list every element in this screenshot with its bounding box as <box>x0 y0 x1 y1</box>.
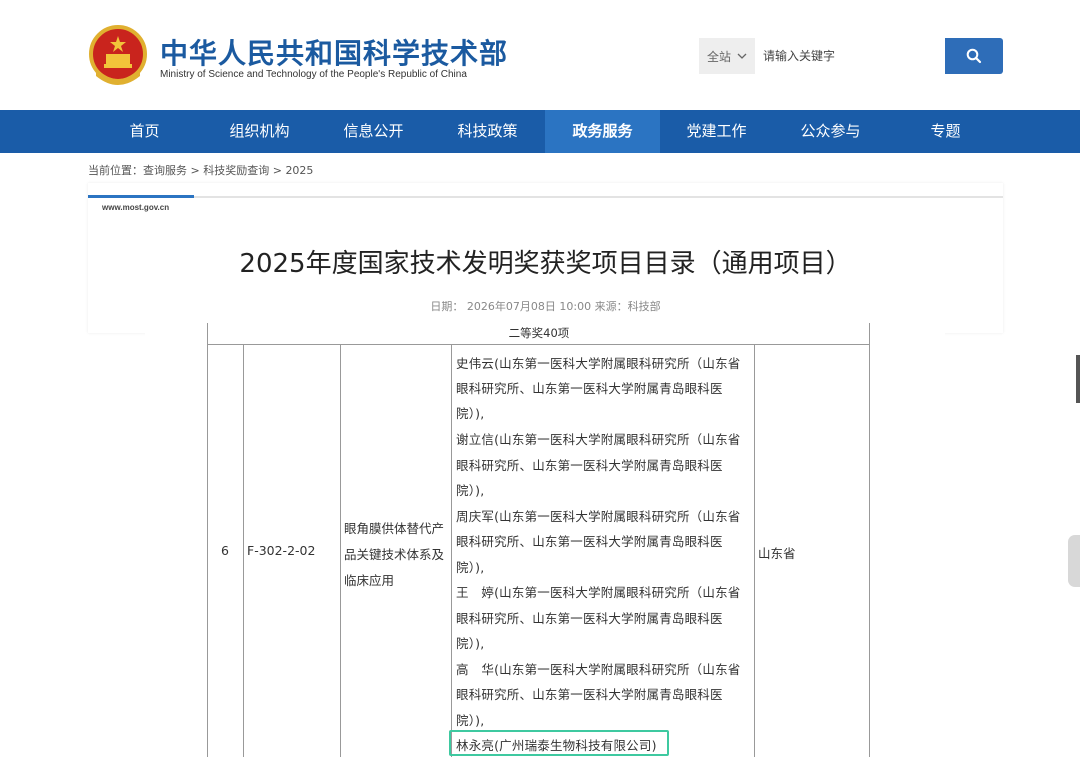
panel-tab-indicator <box>88 195 194 198</box>
article-title: 2025年度国家技术发明奖获奖项目目录（通用项目） <box>239 249 852 279</box>
search-button[interactable] <box>945 38 1003 74</box>
search-box: 全站 <box>699 38 1003 74</box>
person-line: 王 婷(山东第一医科大学附属眼科研究所（山东省 <box>456 585 741 600</box>
breadcrumb-separator: > <box>269 164 286 177</box>
person-line: 周庆军(山东第一医科大学附属眼科研究所（山东省 <box>456 509 741 524</box>
site-header: 中华人民共和国科学技术部 Ministry of Science and Tec… <box>0 0 1080 110</box>
nav-item-organization[interactable]: 组织机构 <box>202 110 317 153</box>
table-border <box>243 345 244 757</box>
project-name-line: 临床应用 <box>344 573 395 588</box>
person-line: 院）), <box>456 483 485 498</box>
search-input[interactable] <box>755 38 945 74</box>
table-border <box>340 345 341 757</box>
table-border <box>869 345 870 757</box>
person-line: 高 华(山东第一医科大学附属眼科研究所（山东省 <box>456 662 741 677</box>
article-meta: 日期： 2026年07月08日 10:00 来源：科技部 <box>430 300 661 313</box>
nominator: 山东省 <box>758 546 796 561</box>
nav-item-home[interactable]: 首页 <box>87 110 202 153</box>
person-line: 眼科研究所、山东第一医科大学附属青岛眼科医 <box>456 611 723 626</box>
site-url-label: www.most.gov.cn <box>102 203 170 212</box>
nav-item-policy[interactable]: 科技政策 <box>430 110 545 153</box>
person-line: 院）), <box>456 406 485 421</box>
person-line: 眼科研究所、山东第一医科大学附属青岛眼科医 <box>456 381 723 396</box>
chevron-down-icon <box>737 53 747 59</box>
nav-item-party[interactable]: 党建工作 <box>659 110 774 153</box>
side-scroll-handle[interactable] <box>1068 535 1080 587</box>
table-border <box>754 345 755 757</box>
nav-item-public[interactable]: 公众参与 <box>773 110 888 153</box>
scrollbar-thumb[interactable] <box>1076 355 1080 403</box>
main-nav: 首页 组织机构 信息公开 科技政策 政务服务 党建工作 公众参与 专题 <box>0 110 1080 153</box>
site-title[interactable]: 中华人民共和国科学技术部 <box>160 32 508 72</box>
person-line: 院）), <box>456 713 485 728</box>
nav-item-services[interactable]: 政务服务 <box>545 110 660 153</box>
row-index: 6 <box>221 543 229 558</box>
project-name-line: 眼角膜供体替代产 <box>344 521 445 536</box>
person-line: 谢立信(山东第一医科大学附属眼科研究所（山东省 <box>456 432 741 447</box>
highlight-box <box>449 730 669 756</box>
person-line: 眼科研究所、山东第一医科大学附属青岛眼科医 <box>456 458 723 473</box>
table-border <box>207 344 870 345</box>
breadcrumb-separator: > <box>187 164 204 177</box>
site-subtitle: Ministry of Science and Technology of th… <box>160 69 467 80</box>
search-scope-label: 全站 <box>707 49 732 64</box>
breadcrumb-prefix: 当前位置： <box>88 164 143 177</box>
nav-item-topics[interactable]: 专题 <box>888 110 1003 153</box>
project-code: F-302-2-02 <box>247 543 316 558</box>
national-emblem-icon[interactable] <box>88 24 148 88</box>
panel-divider <box>88 196 1003 198</box>
project-name-line: 品关键技术体系及 <box>344 547 445 562</box>
article-panel: www.most.gov.cn 2025年度国家技术发明奖获奖项目目录（通用项目… <box>88 183 1003 333</box>
breadcrumb-link-awards[interactable]: 科技奖励查询 <box>203 164 269 177</box>
person-line: 院）), <box>456 560 485 575</box>
person-line: 眼科研究所、山东第一医科大学附属青岛眼科医 <box>456 534 723 549</box>
breadcrumb-link-query[interactable]: 查询服务 <box>143 164 187 177</box>
nav-item-information[interactable]: 信息公开 <box>316 110 431 153</box>
person-line: 眼科研究所、山东第一医科大学附属青岛眼科医 <box>456 687 723 702</box>
table-border <box>451 345 452 757</box>
prize-level-header: 二等奖40项 <box>508 326 570 340</box>
search-icon <box>966 48 982 64</box>
person-line: 院）), <box>456 636 485 651</box>
person-line: 史伟云(山东第一医科大学附属眼科研究所（山东省 <box>456 356 741 371</box>
table-border <box>207 345 208 757</box>
search-scope-select[interactable]: 全站 <box>699 38 755 74</box>
breadcrumb: 当前位置：查询服务 > 科技奖励查询 > 2025 <box>88 162 313 178</box>
breadcrumb-current: 2025 <box>285 164 314 177</box>
